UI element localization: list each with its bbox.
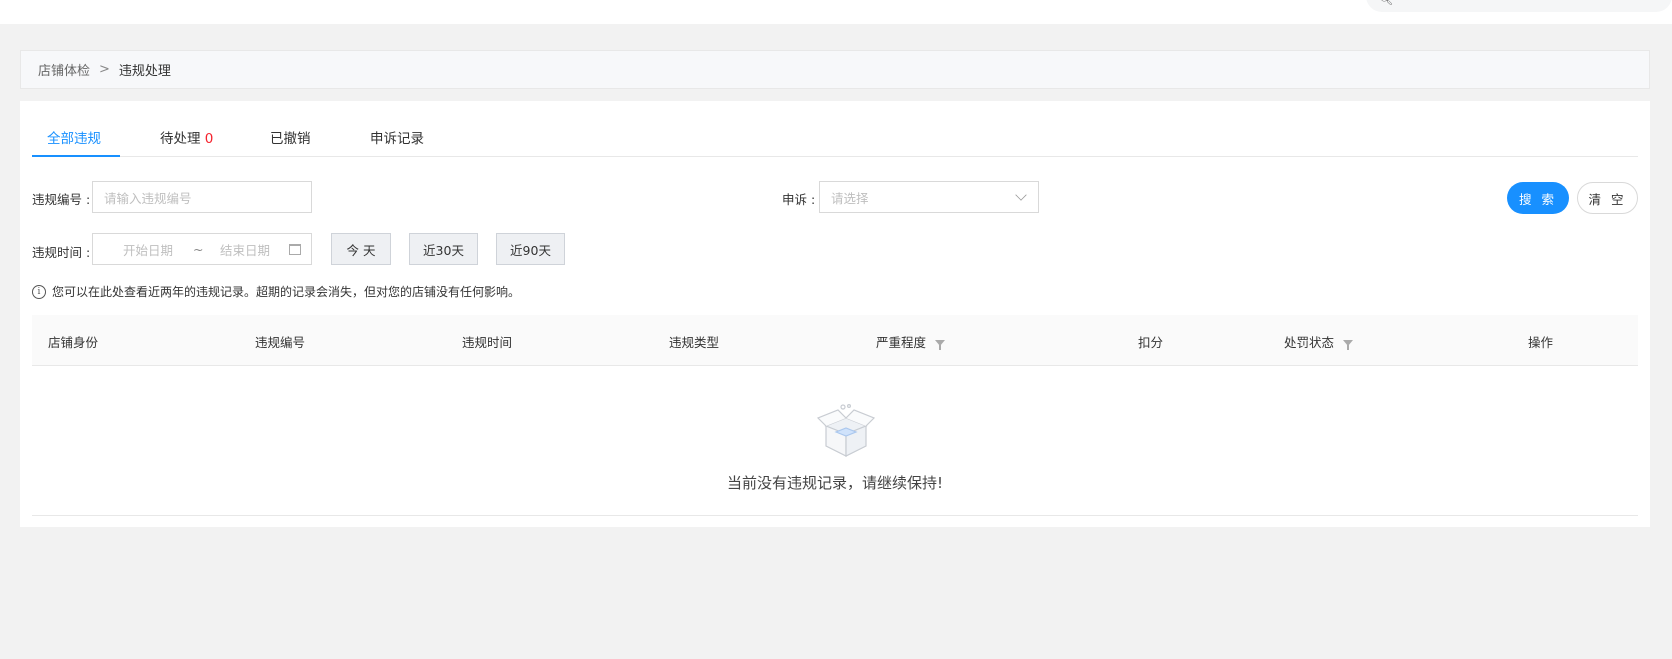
column-label: 违规类型	[669, 335, 720, 350]
info-icon: i	[32, 284, 46, 299]
appeal-placeholder: 请选择	[831, 190, 869, 206]
date-range-picker[interactable]: 开始日期 ~ 结束日期	[92, 233, 312, 265]
notice: i 您可以在此处查看近两年的违规记录。超期的记录会消失，但对您的店铺没有任何影响…	[32, 283, 520, 300]
breadcrumb: 店铺体检 > 违规处理	[20, 50, 1650, 89]
breadcrumb-current: 违规处理	[118, 64, 171, 79]
column-header-violation-no: 违规编号	[255, 332, 305, 351]
violation-time-label: 违规时间 :	[32, 245, 91, 260]
clear-button[interactable]: 清 空	[1577, 182, 1638, 214]
quick-30-days-button[interactable]: 近30天	[409, 233, 478, 265]
chevron-down-icon	[1015, 189, 1027, 201]
main-panel: 全部违规 待处理 0 已撤销 申诉记录 违规编号 : 请输入违规编号 申诉 : …	[20, 101, 1650, 527]
filter-icon[interactable]	[935, 339, 946, 350]
tab-pending[interactable]: 待处理 0	[160, 127, 213, 147]
column-header-shop-identity: 店铺身份	[48, 332, 98, 351]
filter-icon[interactable]	[1343, 339, 1354, 350]
calendar-icon	[289, 244, 301, 255]
clear-button-label: 清 空	[1588, 191, 1627, 207]
tab-label: 已撤销	[270, 131, 311, 147]
empty-message: 当前没有违规记录，请继续保持!	[726, 474, 943, 492]
column-label: 操作	[1528, 335, 1554, 350]
quick-90-days-button[interactable]: 近90天	[496, 233, 565, 265]
breadcrumb-parent[interactable]: 店铺体检	[38, 60, 90, 79]
appeal-select[interactable]: 请选择	[819, 181, 1039, 213]
column-header-violation-time: 违规时间	[462, 332, 512, 351]
tab-label: 待处理	[160, 131, 201, 147]
violation-no-label: 违规编号 :	[32, 192, 91, 207]
notice-text: 您可以在此处查看近两年的违规记录。超期的记录会消失，但对您的店铺没有任何影响。	[52, 285, 521, 299]
top-search-box[interactable]: 🔍︎	[1366, 0, 1672, 12]
tab-appeal-records[interactable]: 申诉记录	[370, 127, 424, 147]
column-label: 违规编号	[255, 335, 306, 350]
column-label: 违规时间	[462, 335, 513, 350]
tab-bar: 全部违规 待处理 0 已撤销 申诉记录	[32, 101, 1638, 157]
column-header-penalty-status: 处罚状态	[1284, 332, 1354, 351]
pending-count: 0	[204, 131, 214, 147]
column-header-severity: 严重程度	[876, 332, 946, 351]
quick-today-button[interactable]: 今 天	[331, 233, 391, 265]
appeal-label: 申诉 :	[782, 192, 816, 207]
top-bar: 🔍︎	[0, 0, 1672, 24]
violation-no-placeholder: 请输入违规编号	[104, 190, 192, 206]
violation-no-input[interactable]: 请输入违规编号	[92, 181, 312, 213]
search-button[interactable]: 搜 索	[1507, 182, 1569, 214]
empty-box-icon	[816, 404, 876, 457]
active-tab-indicator	[32, 155, 120, 157]
breadcrumb-separator: >	[99, 62, 110, 77]
column-header-violation-type: 违规类型	[669, 332, 719, 351]
column-label: 店铺身份	[48, 335, 99, 350]
search-icon[interactable]: 🔍︎	[1379, 0, 1393, 6]
quick-30-label: 近30天	[423, 242, 464, 258]
tab-all-violations[interactable]: 全部违规	[47, 127, 101, 147]
column-label: 处罚状态	[1284, 335, 1335, 350]
start-date-input[interactable]: 开始日期	[123, 240, 173, 259]
table-header: 店铺身份 违规编号 违规时间 违规类型 严重程度 扣分 处罚状态 操作	[32, 315, 1638, 366]
column-label: 严重程度	[876, 335, 927, 350]
tab-label: 全部违规	[47, 131, 101, 147]
tab-revoked[interactable]: 已撤销	[270, 127, 311, 147]
range-separator: ~	[193, 241, 204, 257]
tab-label: 申诉记录	[370, 131, 424, 147]
column-header-actions: 操作	[1528, 332, 1553, 351]
end-date-input[interactable]: 结束日期	[220, 240, 270, 259]
column-label: 扣分	[1138, 335, 1164, 350]
search-button-label: 搜 索	[1519, 191, 1557, 207]
quick-today-label: 今 天	[346, 242, 376, 258]
quick-90-label: 近90天	[510, 242, 551, 258]
column-header-deduction: 扣分	[1138, 332, 1163, 351]
empty-state: 当前没有违规记录，请继续保持!	[32, 366, 1638, 516]
